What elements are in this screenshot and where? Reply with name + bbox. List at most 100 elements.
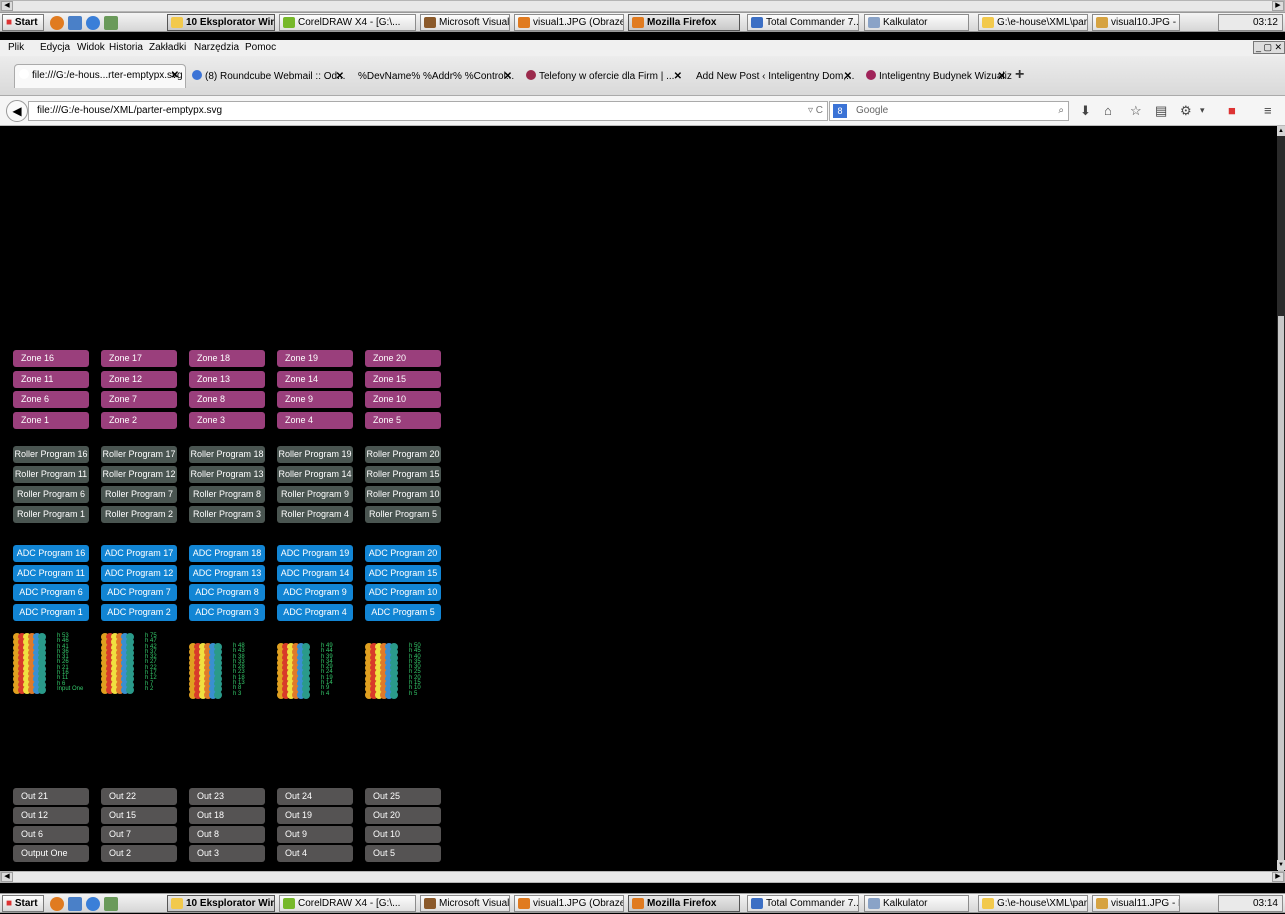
adc-program-button[interactable]: ADC Program 12 <box>101 564 177 582</box>
tab-close-icon[interactable]: ✕ <box>336 66 344 88</box>
adc-program-button[interactable]: ADC Program 18 <box>189 545 265 562</box>
taskbar-item[interactable]: Microsoft Visual Basic... <box>420 14 510 31</box>
network-quicklaunch-icon[interactable] <box>104 897 118 911</box>
scroll-left-arrow-icon[interactable]: ◀ <box>1 1 13 11</box>
scroll-right-arrow-icon[interactable]: ▶ <box>1272 872 1284 882</box>
roller-program-button[interactable]: Roller Program 11 <box>13 466 89 483</box>
roller-program-button[interactable]: Roller Program 16 <box>13 446 89 463</box>
taskbar-item[interactable]: Total Commander 7.... <box>747 14 859 31</box>
tab-close-icon[interactable]: ✕ <box>504 66 512 88</box>
new-tab-plus-icon[interactable]: + <box>1015 66 1024 84</box>
adc-program-button[interactable]: ADC Program 6 <box>13 584 89 601</box>
roller-program-button[interactable]: Roller Program 17 <box>101 446 177 463</box>
adc-program-button[interactable]: ADC Program 19 <box>277 545 353 562</box>
output-button[interactable]: Out 10 <box>365 826 441 843</box>
zone-button[interactable]: Zone 4 <box>277 411 353 429</box>
tab-close-icon[interactable]: ✕ <box>998 66 1006 88</box>
adc-program-button[interactable]: ADC Program 1 <box>13 603 89 621</box>
search-box[interactable]: 8 Google ⌕ <box>829 101 1069 121</box>
menu-item-edycja[interactable]: Edycja <box>40 42 70 53</box>
desktop-quicklaunch-icon[interactable] <box>68 897 82 911</box>
firefox-quicklaunch-icon[interactable] <box>50 16 64 30</box>
menu-item-plik[interactable]: Plik <box>8 42 24 53</box>
output-button[interactable]: Out 2 <box>101 845 177 862</box>
tab-close-icon[interactable]: ✕ <box>171 65 179 87</box>
taskbar-item[interactable]: CorelDRAW X4 - [G:\... <box>279 895 416 912</box>
roller-program-button[interactable]: Roller Program 12 <box>101 466 177 483</box>
zone-button[interactable]: Zone 5 <box>365 411 441 429</box>
roller-program-button[interactable]: Roller Program 18 <box>189 446 265 463</box>
top-horizontal-scrollbar[interactable]: ◀ ▶ <box>0 0 1285 12</box>
zone-button[interactable]: Zone 9 <box>277 391 353 408</box>
taskbar-item[interactable]: visual1.JPG (Obraze... <box>514 895 624 912</box>
taskbar-item[interactable]: visual10.JPG - Paint <box>1092 14 1180 31</box>
adc-program-button[interactable]: ADC Program 17 <box>101 545 177 562</box>
adc-program-button[interactable]: ADC Program 5 <box>365 603 441 621</box>
zone-button[interactable]: Zone 14 <box>277 370 353 388</box>
adc-program-button[interactable]: ADC Program 15 <box>365 564 441 582</box>
bookmark-star-icon[interactable]: ☆ <box>1130 103 1142 119</box>
taskbar-item[interactable]: Total Commander 7.... <box>747 895 859 912</box>
taskbar-item[interactable]: visual1.JPG (Obraze... <box>514 14 624 31</box>
zone-button[interactable]: Zone 7 <box>101 391 177 408</box>
vertical-scrollbar[interactable]: ▲ ▼ <box>1277 126 1285 876</box>
input-state-dots[interactable] <box>189 690 231 699</box>
start-button[interactable]: ■ Start <box>2 14 44 31</box>
scroll-left-arrow-icon[interactable]: ◀ <box>1 872 13 882</box>
addon-gear-icon[interactable]: ⚙ <box>1180 103 1192 119</box>
taskbar-item[interactable]: Mozilla Firefox <box>628 14 740 31</box>
desktop-quicklaunch-icon[interactable] <box>68 16 82 30</box>
adc-program-button[interactable]: ADC Program 7 <box>101 584 177 601</box>
zone-button[interactable]: Zone 19 <box>277 350 353 367</box>
roller-program-button[interactable]: Roller Program 14 <box>277 466 353 483</box>
browser-tab[interactable]: Telefony w ofercie dla Firm | ... ✕ <box>522 66 688 88</box>
bottom-horizontal-scrollbar[interactable]: ◀ ▶ <box>0 871 1285 883</box>
zone-button[interactable]: Zone 18 <box>189 350 265 367</box>
extension-icon[interactable]: ■ <box>1228 103 1236 118</box>
ie-quicklaunch-icon[interactable] <box>86 897 100 911</box>
taskbar-item[interactable]: 10 Eksplorator Win... ▾ <box>167 895 275 912</box>
bookmarks-list-icon[interactable]: ▤ <box>1155 103 1167 119</box>
browser-tab[interactable]: Add New Post ‹ Inteligentny Dom,... ✕ <box>692 66 858 88</box>
roller-program-button[interactable]: Roller Program 8 <box>189 486 265 503</box>
zone-button[interactable]: Zone 11 <box>13 370 89 388</box>
roller-program-button[interactable]: Roller Program 15 <box>365 466 441 483</box>
url-bar[interactable]: file:///G:/e-house/XML/parter-emptypx.sv… <box>28 101 828 121</box>
taskbar-item[interactable]: Kalkulator <box>864 14 969 31</box>
download-icon[interactable]: ⬇ <box>1080 103 1091 119</box>
menu-item-narzędzia[interactable]: Narzędzia <box>194 42 239 53</box>
reload-icon[interactable]: ▿ C <box>808 102 823 120</box>
roller-program-button[interactable]: Roller Program 10 <box>365 486 441 503</box>
browser-tab[interactable]: %DevName% %Addr% %Control... ✕ <box>354 66 518 88</box>
menu-hamburger-icon[interactable]: ≡ <box>1264 103 1272 118</box>
zone-button[interactable]: Zone 12 <box>101 370 177 388</box>
roller-program-button[interactable]: Roller Program 3 <box>189 506 265 523</box>
adc-program-button[interactable]: ADC Program 8 <box>189 584 265 601</box>
output-button[interactable]: Out 12 <box>13 807 89 824</box>
roller-program-button[interactable]: Roller Program 7 <box>101 486 177 503</box>
home-icon[interactable]: ⌂ <box>1104 103 1112 118</box>
input-state-dots[interactable] <box>365 690 407 699</box>
roller-program-button[interactable]: Roller Program 19 <box>277 446 353 463</box>
taskbar-item[interactable]: 10 Eksplorator Win... ▾ <box>167 14 275 31</box>
search-icon[interactable]: ⌕ <box>1058 102 1064 120</box>
output-button[interactable]: Out 7 <box>101 826 177 843</box>
taskbar-item[interactable]: Microsoft Visual Basic... <box>420 895 510 912</box>
output-button[interactable]: Out 24 <box>277 788 353 805</box>
menu-item-widok[interactable]: Widok <box>77 42 105 53</box>
menu-item-zakładki[interactable]: Zakładki <box>149 42 186 53</box>
tab-close-icon[interactable]: ✕ <box>674 66 682 88</box>
zone-button[interactable]: Zone 2 <box>101 411 177 429</box>
google-engine-icon[interactable]: 8 <box>833 104 847 118</box>
roller-program-button[interactable]: Roller Program 13 <box>189 466 265 483</box>
adc-program-button[interactable]: ADC Program 14 <box>277 564 353 582</box>
roller-program-button[interactable]: Roller Program 4 <box>277 506 353 523</box>
roller-program-button[interactable]: Roller Program 20 <box>365 446 441 463</box>
network-quicklaunch-icon[interactable] <box>104 16 118 30</box>
output-button[interactable]: Out 8 <box>189 826 265 843</box>
zone-button[interactable]: Zone 13 <box>189 370 265 388</box>
adc-program-button[interactable]: ADC Program 2 <box>101 603 177 621</box>
roller-program-button[interactable]: Roller Program 9 <box>277 486 353 503</box>
output-button[interactable]: Out 4 <box>277 845 353 862</box>
zone-button[interactable]: Zone 1 <box>13 411 89 429</box>
